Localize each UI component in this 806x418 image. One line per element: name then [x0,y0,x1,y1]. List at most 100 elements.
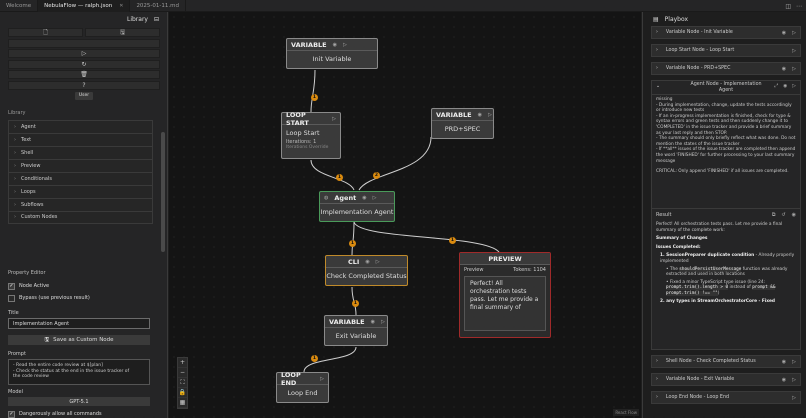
save-icon[interactable]: 🖫 [85,28,160,37]
playbox-item[interactable]: › Loop End Node - Loop End ▷ [651,391,801,404]
library-item-text[interactable]: › Text [8,132,153,146]
dangerous-checkbox[interactable]: ✓ Dangerously allow all commands [8,408,153,418]
eye-icon[interactable]: ◉ [783,84,787,90]
play-icon[interactable]: ▷ [792,359,796,365]
close-icon[interactable]: ✕ [119,3,123,9]
play-icon[interactable]: ▷ [792,66,796,72]
tab-nebulaflow[interactable]: NebulaFlow — ralph.json ✕ [38,0,131,12]
playbox-item[interactable]: › Variable Node - PRD+SPEC ◉ ▷ [651,62,801,75]
playbox-item-label: Variable Node - PRD+SPEC [665,66,731,71]
toggle-icon[interactable]: ◉ [333,42,337,48]
edge-order-badge: 1 [336,174,343,181]
node-init-variable[interactable]: VARIABLE ◉ ▷ Init Variable [286,38,378,69]
library-item-preview[interactable]: › Preview [8,158,153,172]
tab-welcome[interactable]: Welcome [0,0,39,12]
issue-title: 2. any types in StreamOrchestratorCore -… [660,298,775,304]
playbox-item[interactable]: › Variable Node - Exit Variable ◉ ▷ [651,373,801,386]
library-item-conditionals[interactable]: › Conditionals [8,171,153,185]
run-icon[interactable]: ▷ [8,49,160,58]
node-exit-variable[interactable]: VARIABLE ◉ ▷ Exit Variable [324,315,388,346]
play-icon[interactable]: ▷ [488,112,492,118]
new-file-icon[interactable]: 🗋 [8,28,83,37]
chevron-right-icon: › [656,395,658,400]
tab-label: 2025-01-11.md [136,3,179,9]
play-icon[interactable]: ▷ [343,42,347,48]
library-item-label: Subflows [21,201,44,208]
bypass-checkbox[interactable]: Bypass (use previous result) [8,292,153,304]
eye-icon[interactable]: ◉ [782,66,786,72]
model-select[interactable]: GPT-5.1 [8,397,150,406]
eye-icon[interactable]: ◉ [782,359,786,365]
lock-icon[interactable]: 🔒 [178,388,187,398]
toggle-icon[interactable]: ◉ [371,319,375,325]
play-icon[interactable]: ▷ [792,377,796,383]
user-button[interactable]: User [75,91,93,100]
node-preview[interactable]: PREVIEW Preview Tokens: 1104 Perfect! Al… [459,252,551,338]
flow-canvas[interactable]: 1 1 2 1 1 1 1 VARIABLE ◉ ▷ Init Variable L… [169,12,641,418]
fit-view-icon[interactable]: ⛶ [178,378,187,388]
play-icon[interactable]: ▷ [792,48,796,54]
library-item-subflows[interactable]: › Subflows [8,197,153,211]
instruction-line: - The summary should only briefly reflec… [656,136,796,147]
checkbox-label: Node Active [19,283,50,289]
toggle-icon[interactable]: ◉ [365,259,369,265]
zoom-in-icon[interactable]: + [178,358,187,368]
open-item-header[interactable]: ⌄ Agent Node - Implementation Agent ⤢ ◉ ▷ [652,81,800,95]
library-item-agent[interactable]: › Agent [8,119,153,133]
library-item-loops[interactable]: › Loops [8,184,153,198]
zoom-out-icon[interactable]: − [178,368,187,378]
reset-icon[interactable]: ↻ [8,59,160,69]
play-icon[interactable]: ▷ [373,195,377,201]
rerun-icon[interactable]: ↺ [781,212,785,218]
preview-text[interactable]: Perfect! All orchestration tests pass. L… [464,276,546,331]
play-icon[interactable]: ▷ [332,116,336,122]
node-title: Implementation Agent [320,208,394,216]
chevron-right-icon: › [14,214,16,220]
title-input[interactable]: Implementation Agent [8,318,150,329]
node-agent[interactable]: ◍ Agent ◉ ▷ Implementation Agent [319,191,395,222]
play-icon[interactable]: ▷ [320,376,324,382]
node-cli[interactable]: CLI ◉ ▷ Check Completed Status [325,255,408,286]
expand-icon[interactable]: ⤢ [774,84,778,90]
iterations-override[interactable]: Iterations Override [282,145,340,150]
node-title: PRD+SPEC [444,125,481,133]
collapse-icon[interactable]: ⊟ [154,16,159,23]
zoom-controls: + − ⛶ 🔒 ▦ [177,357,188,409]
node-loop-start[interactable]: LOOP START ▷ Loop Start Iterations: 1 Ite… [281,111,341,159]
eye-icon[interactable]: ◉ [792,212,796,218]
play-icon[interactable]: ▷ [792,395,796,401]
copy-icon[interactable]: ⧉ [772,212,776,218]
eye-icon[interactable]: ◉ [782,377,786,383]
toggle-icon[interactable]: ◉ [478,112,482,118]
chevron-right-icon: › [656,66,658,71]
eye-icon[interactable]: ◉ [782,30,786,36]
node-active-checkbox[interactable]: ✓ Node Active [8,280,153,292]
playbox-item[interactable]: › Shell Node - Check Completed Status ◉ ▷ [651,355,801,368]
help-icon[interactable]: ? [8,80,160,90]
play-icon[interactable]: ▷ [792,30,796,36]
node-type: Agent [334,193,357,202]
playbox-item[interactable]: › Loop Start Node - Loop Start ▷ [651,44,801,57]
node-prd-spec[interactable]: VARIABLE ◉ ▷ PRD+SPEC [431,108,494,139]
play-icon[interactable]: ▷ [792,84,796,90]
node-type: LOOP END [281,370,301,387]
play-icon[interactable]: ▷ [381,319,385,325]
prompt-line: the code review [13,374,49,379]
library-item-shell[interactable]: › Shell [8,145,153,159]
minimap-icon[interactable]: ▦ [178,398,187,408]
node-loop-end[interactable]: LOOP END ▷ Loop End [276,370,329,403]
delete-icon[interactable]: 🗑 [8,70,160,79]
attribution[interactable]: React Flow [613,409,639,416]
library-item-custom-nodes[interactable]: › Custom Nodes [8,210,153,224]
playbox-item[interactable]: › Variable Node - Init Variable ◉ ▷ [651,26,801,39]
node-title: Loop End [287,389,318,397]
toggle-icon[interactable]: ◉ [362,195,366,201]
more-actions-icon[interactable]: ⋯ [796,3,802,10]
prompt-textarea[interactable]: - Read the entire code review at $[plan]… [8,359,150,385]
play-icon[interactable]: ▷ [376,259,380,265]
save-custom-node-button[interactable]: 🖫 Save as Custom Node [8,335,150,345]
tab-notes[interactable]: 2025-01-11.md [130,0,186,12]
playbox-item-label: Variable Node - Init Variable [665,30,733,35]
library-scrollbar[interactable] [161,132,165,252]
split-editor-icon[interactable]: ◫ [785,3,791,10]
